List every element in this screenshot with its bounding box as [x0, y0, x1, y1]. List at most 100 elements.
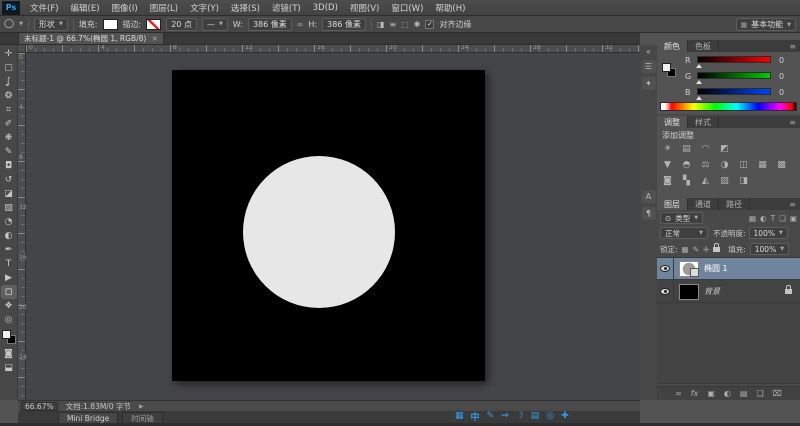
curves-icon[interactable]: ◠ [698, 142, 713, 155]
path-operations-icon[interactable]: ◨ [377, 20, 385, 29]
visibility-toggle[interactable] [657, 281, 674, 303]
menu-image[interactable]: 图像(I) [106, 0, 144, 16]
layer-row-ellipse-1[interactable]: 椭圆 1 [657, 258, 800, 280]
quick-mask-button[interactable]: ◙ [1, 347, 17, 361]
hand-tool[interactable]: ❖ [1, 299, 17, 313]
vertical-ruler[interactable]: 0 4 8 12 16 20 24 [18, 53, 26, 400]
levels-icon[interactable]: ▤ [679, 142, 694, 155]
red-channel-value[interactable]: 0 [779, 56, 784, 65]
selective-color-icon[interactable]: ◨ [736, 174, 751, 187]
layer-style-icon[interactable]: fx [691, 389, 699, 398]
opacity-input[interactable]: 100% ▼ [749, 227, 788, 239]
tab-color[interactable]: 颜色 [657, 40, 688, 52]
filter-shape-icon[interactable]: ❏ [779, 214, 786, 223]
photo-filter-icon[interactable]: ◫ [736, 158, 751, 171]
panel-menu-icon[interactable]: ≡ [789, 42, 796, 51]
invert-icon[interactable]: ◙ [660, 174, 675, 187]
dodge-tool[interactable]: ◐ [1, 229, 17, 243]
fill-opacity-input[interactable]: 100% ▼ [750, 243, 789, 255]
menu-view[interactable]: 视图(V) [344, 0, 385, 16]
zoom-tool[interactable]: ◎ [1, 313, 17, 327]
lock-position-icon[interactable]: ✛ [703, 245, 709, 254]
red-channel-slider[interactable] [697, 56, 771, 63]
menu-file[interactable]: 文件(F) [24, 0, 65, 16]
type-tool[interactable]: T [1, 257, 17, 271]
align-edges-checkbox[interactable]: ✓ [425, 20, 434, 29]
path-arrange-icon[interactable]: ⬚ [401, 20, 409, 29]
filter-adjustment-icon[interactable]: ◐ [760, 214, 767, 223]
menu-edit[interactable]: 编辑(E) [65, 0, 106, 16]
link-dimensions-icon[interactable]: ∞ [297, 20, 304, 29]
black-white-icon[interactable]: ◑ [717, 158, 732, 171]
slider-thumb[interactable] [696, 96, 702, 100]
link-layers-icon[interactable]: ∞ [675, 389, 682, 398]
eyedropper-tool[interactable]: ✐ [1, 117, 17, 131]
clone-stamp-tool[interactable]: ◘ [1, 159, 17, 173]
history-panel-icon[interactable]: ☰ [642, 60, 656, 73]
hue-saturation-icon[interactable]: ◓ [679, 158, 694, 171]
threshold-icon[interactable]: ◭ [698, 174, 713, 187]
layer-filter-select[interactable]: ⊙ 类型 ▼ [660, 212, 703, 224]
stroke-style-select[interactable]: — ▼ [202, 18, 228, 31]
menu-filter[interactable]: 滤镜(T) [266, 0, 307, 16]
height-input[interactable]: 386 像素 [322, 18, 366, 31]
gradient-map-icon[interactable]: ▧ [717, 174, 732, 187]
delete-layer-icon[interactable]: ⌧ [773, 389, 782, 398]
document-tab[interactable]: 未标题-1 @ 66.7%(椭圆 1, RGB/8) × [18, 32, 164, 44]
path-selection-tool[interactable]: ▶ [1, 271, 17, 285]
blend-mode-select[interactable]: 正常 ▼ [660, 227, 708, 239]
ime-chinese-mode-icon[interactable]: 中 [471, 410, 480, 423]
panel-color-swatches[interactable] [662, 63, 676, 77]
tab-styles[interactable]: 样式 [688, 116, 719, 128]
quick-selection-tool[interactable]: ❂ [1, 89, 17, 103]
vibrance-icon[interactable]: ▼ [660, 158, 675, 171]
ime-settings-icon[interactable]: ✚ [561, 411, 569, 421]
channel-mixer-icon[interactable]: ▦ [755, 158, 770, 171]
tool-preset-icon[interactable]: ◯ [4, 19, 14, 29]
ime-halfwidth-icon[interactable]: ☽ [516, 411, 524, 421]
filter-smart-object-icon[interactable]: ▣ [790, 214, 797, 223]
slider-thumb[interactable] [696, 64, 702, 68]
history-brush-tool[interactable]: ↺ [1, 173, 17, 187]
green-channel-slider[interactable] [697, 72, 771, 79]
blue-channel-value[interactable]: 0 [779, 88, 784, 97]
filter-pixel-icon[interactable]: ▦ [749, 214, 756, 223]
lasso-tool[interactable]: ʆ [1, 75, 17, 89]
document-canvas[interactable] [172, 70, 485, 381]
healing-brush-tool[interactable]: ❋ [1, 131, 17, 145]
visibility-toggle[interactable] [657, 258, 674, 280]
width-input[interactable]: 386 像素 [248, 18, 292, 31]
menu-help[interactable]: 帮助(H) [429, 0, 471, 16]
gear-icon[interactable]: ✱ [414, 20, 421, 29]
ime-search-icon[interactable]: ◎ [546, 411, 554, 421]
color-balance-icon[interactable]: ⚖ [698, 158, 713, 171]
status-expand-icon[interactable]: ▶ [139, 403, 144, 410]
canvas-area[interactable]: 0 4 8 12 16 20 24 28 32 0 4 8 12 16 20 2… [18, 45, 640, 400]
tool-mode-select[interactable]: 形状 ▼ [34, 18, 68, 31]
lock-transparency-icon[interactable]: ▦ [682, 245, 689, 254]
color-spectrum-ramp[interactable] [660, 102, 797, 111]
horizontal-ruler[interactable]: 0 4 8 12 16 20 24 28 32 [26, 45, 640, 53]
fill-swatch[interactable] [103, 19, 118, 30]
layer-thumbnail[interactable] [679, 261, 699, 277]
posterize-icon[interactable]: ▚ [679, 174, 694, 187]
shape-tool[interactable]: ◻ [1, 285, 17, 299]
tool-preset-caret-icon[interactable]: ▼ [19, 21, 23, 27]
gradient-tool[interactable]: ▧ [1, 201, 17, 215]
eraser-tool[interactable]: ◪ [1, 187, 17, 201]
exposure-icon[interactable]: ◩ [717, 142, 732, 155]
menu-select[interactable]: 选择(S) [225, 0, 266, 16]
pen-tool[interactable]: ✒ [1, 243, 17, 257]
ruler-origin[interactable] [18, 45, 26, 53]
lock-all-icon[interactable] [713, 247, 720, 252]
zoom-level-input[interactable]: 66.67% [21, 402, 58, 411]
tab-timeline[interactable]: 时间轴 [122, 412, 163, 423]
character-panel-icon[interactable]: A [642, 190, 656, 203]
stroke-width-input[interactable]: 20 点 [166, 18, 197, 31]
move-tool[interactable]: ✛ [1, 47, 17, 61]
menu-layer[interactable]: 图层(L) [144, 0, 184, 16]
tab-mini-bridge[interactable]: Mini Bridge [58, 412, 118, 423]
tab-swatches[interactable]: 色板 [688, 40, 719, 52]
blur-tool[interactable]: ◔ [1, 215, 17, 229]
foreground-background-swatches[interactable] [2, 330, 16, 344]
